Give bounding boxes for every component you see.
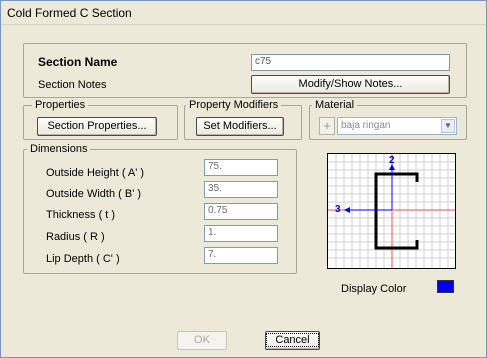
modify-show-notes-button[interactable]: Modify/Show Notes... [251,75,450,94]
section-preview-drawing [328,154,455,268]
thickness-value: 0.75 [208,205,228,216]
ok-label: OK [194,334,210,346]
section-name-label: Section Name [38,55,118,69]
lip-depth-value: 7. [208,249,217,260]
section-preview: 2 3 [327,153,456,269]
axis-3-label: 3 [335,204,341,215]
outside-height-input[interactable]: 75. [204,159,278,176]
section-name-value: c75 [255,56,272,67]
property-modifiers-legend: Property Modifiers [186,99,282,111]
outside-height-label: Outside Height ( A' ) [46,167,145,179]
dimensions-legend: Dimensions [27,143,91,155]
thickness-label: Thickness ( t ) [46,209,116,221]
title-bar: Cold Formed C Section [1,1,486,25]
thickness-input[interactable]: 0.75 [204,203,278,220]
radius-label: Radius ( R ) [46,231,105,243]
cancel-label: Cancel [266,333,319,347]
section-notes-label: Section Notes [38,79,107,91]
chevron-down-icon[interactable]: ▼ [441,119,455,133]
cancel-button[interactable]: Cancel [265,331,320,350]
outside-width-value: 35. [208,183,222,194]
radius-value: 1. [208,227,217,238]
outside-width-label: Outside Width ( B' ) [46,188,142,200]
cold-formed-c-section-dialog: Cold Formed C Section Section Name c75 S… [0,0,487,358]
radius-input[interactable]: 1. [204,225,278,242]
set-modifiers-button[interactable]: Set Modifiers... [196,117,284,136]
material-select[interactable]: baja ringan ▼ [337,117,457,135]
add-material-button[interactable]: + [319,117,335,135]
material-selected-value: baja ringan [341,120,391,131]
properties-legend: Properties [32,99,89,111]
section-properties-button[interactable]: Section Properties... [37,117,157,136]
axis-2-label: 2 [389,155,395,166]
material-legend: Material [312,99,358,111]
window-title: Cold Formed C Section [7,6,132,20]
lip-depth-label: Lip Depth ( C' ) [46,253,120,265]
section-name-input[interactable]: c75 [251,54,450,71]
outside-width-input[interactable]: 35. [204,181,278,198]
lip-depth-input[interactable]: 7. [204,247,278,264]
display-color-swatch[interactable] [437,280,454,293]
ok-button[interactable]: OK [177,331,227,350]
outside-height-value: 75. [208,161,222,172]
display-color-label: Display Color [341,283,407,295]
